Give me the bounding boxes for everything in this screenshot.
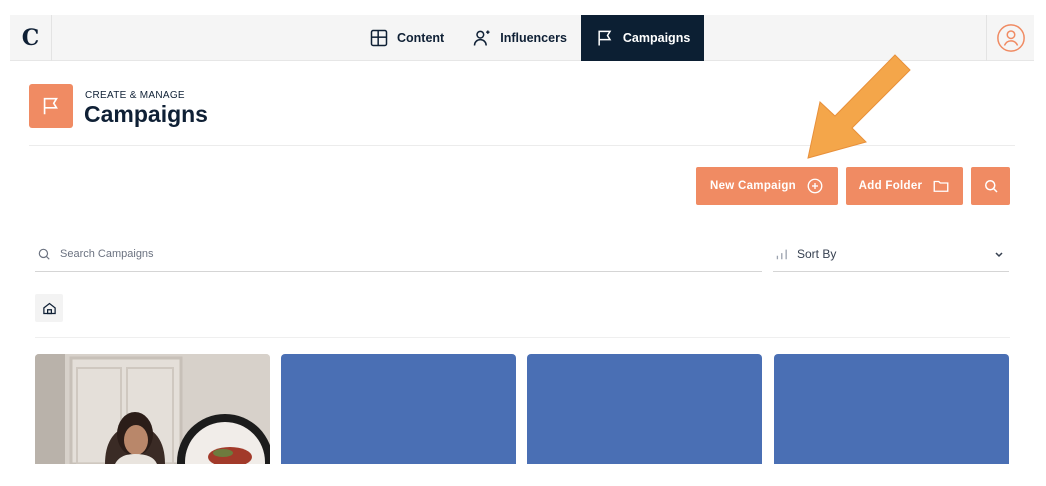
nav-tab-content[interactable]: Content [355,15,458,61]
campaign-card[interactable] [281,354,516,464]
breadcrumb-home-button[interactable] [35,294,63,322]
sort-label: Sort By [797,246,837,261]
search-placeholder: Search Campaigns [60,247,154,260]
campaign-card[interactable] [774,354,1009,464]
new-campaign-label: New Campaign [709,180,797,192]
search-toggle-button[interactable] [971,167,1010,205]
flag-icon [598,30,612,46]
nav-tab-campaigns[interactable]: Campaigns [580,15,705,61]
user-circle-icon [996,24,1025,52]
nav-tab-campaigns-label: Campaigns [622,31,691,45]
new-campaign-button[interactable]: New Campaign [696,167,838,205]
search-icon [984,180,998,193]
campaign-card[interactable] [527,354,762,464]
add-folder-button[interactable]: Add Folder [846,167,963,205]
page-title: Campaigns [84,101,208,127]
search-input[interactable]: Search Campaigns [35,236,762,272]
folder-icon [933,180,949,192]
plus-circle-icon [807,178,823,194]
page-header-icon [29,84,73,128]
user-plus-icon [473,30,490,46]
chevron-down-icon [995,252,1003,258]
campaign-thumbnail-image [35,354,270,464]
main-nav: Content Influencers Campaigns [355,15,705,61]
nav-tab-influencers[interactable]: Influencers [458,15,581,61]
app-logo[interactable]: C [10,15,52,61]
sort-dropdown[interactable]: Sort By [773,236,1009,272]
nav-tab-content-label: Content [397,31,445,45]
breadcrumb-divider [35,337,1010,338]
home-icon [42,302,56,314]
flag-icon [43,97,58,115]
page-eyebrow: CREATE & MANAGE [85,90,185,101]
campaign-card[interactable] [35,354,270,464]
nav-tab-influencers-label: Influencers [500,31,567,45]
bar-chart-icon [776,249,787,259]
profile-menu[interactable] [986,15,1034,61]
layout-grid-icon [370,29,388,47]
annotation-arrow [807,54,911,159]
add-folder-label: Add Folder [858,180,923,192]
search-icon [38,248,50,260]
